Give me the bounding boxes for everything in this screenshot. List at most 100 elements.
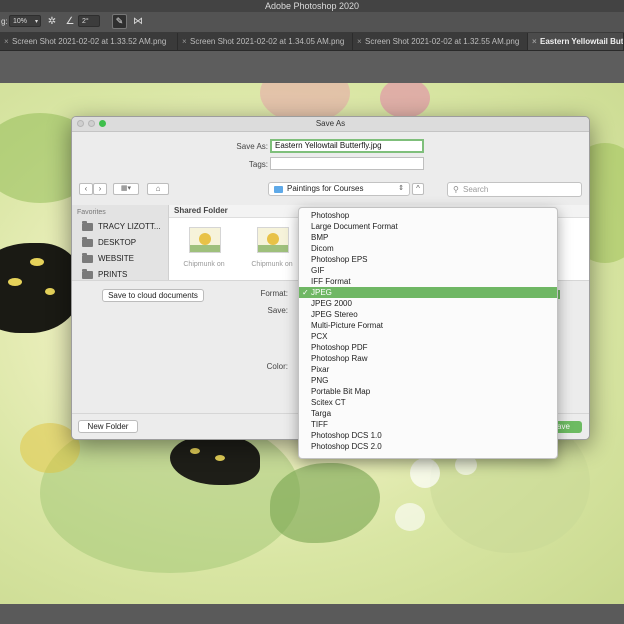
canvas-background <box>0 51 624 83</box>
back-button[interactable]: ‹ <box>79 183 93 195</box>
format-option-png[interactable]: PNG <box>299 375 557 386</box>
format-option-label: Photoshop <box>311 211 350 220</box>
format-option-label: Photoshop PDF <box>311 343 368 352</box>
butterfly-wing <box>0 243 80 333</box>
sidebar: Favorites TRACY LIZOTT... DESKTOP WEBSIT… <box>72 205 169 280</box>
view-options-button[interactable]: ▦▾ <box>113 183 139 195</box>
close-icon[interactable]: × <box>182 33 187 50</box>
format-option-photoshop-dcs-2-0[interactable]: Photoshop DCS 2.0 <box>299 441 557 452</box>
format-option-photoshop-eps[interactable]: Photoshop EPS <box>299 254 557 265</box>
format-option-gif[interactable]: GIF <box>299 265 557 276</box>
search-icon: ⚲ <box>453 185 459 194</box>
wing-spot <box>30 258 44 266</box>
symmetry-icon[interactable]: ⋈ <box>131 15 145 28</box>
new-folder-button[interactable]: New Folder <box>78 420 138 433</box>
format-option-scitex-ct[interactable]: Scitex CT <box>299 397 557 408</box>
close-icon[interactable]: × <box>357 33 362 50</box>
sidebar-item-label: WEBSITE <box>98 254 135 263</box>
format-option-photoshop-raw[interactable]: Photoshop Raw <box>299 353 557 364</box>
format-option-label: Photoshop DCS 1.0 <box>311 431 382 440</box>
format-menu[interactable]: Photoshop Large Document Format BMP Dicom Ph… <box>298 207 558 459</box>
updown-chevron-icon: ⇕ <box>398 185 404 192</box>
search-placeholder: Search <box>463 185 489 194</box>
tags-label: Tags: <box>248 160 268 169</box>
format-option-pixar[interactable]: Pixar <box>299 364 557 375</box>
sidebar-item-tracy[interactable]: TRACY LIZOTT... <box>82 220 168 234</box>
wing-spot <box>8 278 22 286</box>
thumbnail-image <box>267 233 279 245</box>
format-label: Format: <box>260 289 288 298</box>
options-bar: g: 10% ▾ ✲ ∠ 2° ✎ ⋈ <box>0 12 624 33</box>
close-icon[interactable]: × <box>4 33 9 50</box>
close-icon[interactable]: × <box>532 33 537 50</box>
format-option-label: Pixar <box>311 365 330 374</box>
save-as-field[interactable]: Eastern Yellowtail Butterfly.jpg <box>270 139 424 153</box>
tab-screenshot-3[interactable]: × Screen Shot 2021-02-02 at 1.32.55 AM.p… <box>353 33 528 50</box>
format-option-photoshop[interactable]: Photoshop <box>299 210 557 221</box>
format-option-dicom[interactable]: Dicom <box>299 243 557 254</box>
format-option-label: Scitex CT <box>311 398 346 407</box>
document-tabs: × Screen Shot 2021-02-02 at 1.33.52 AM.p… <box>0 33 624 51</box>
forward-button[interactable]: › <box>93 183 107 195</box>
format-option-photoshop-dcs-1-0[interactable]: Photoshop DCS 1.0 <box>299 430 557 441</box>
format-option-jpeg-stereo[interactable]: JPEG Stereo <box>299 309 557 320</box>
chevron-down-icon: ▾ <box>34 19 38 25</box>
sidebar-item-label: TRACY LIZOTT... <box>98 222 161 231</box>
format-option-label: GIF <box>311 266 325 275</box>
gear-icon[interactable]: ✲ <box>45 15 59 28</box>
format-option-multi-picture-format[interactable]: Multi-Picture Format <box>299 320 557 331</box>
format-option-pcx[interactable]: PCX <box>299 331 557 342</box>
tab-eastern-yellowtail[interactable]: × Eastern Yellowtail Butterfly.jpg <box>528 33 624 50</box>
tags-field[interactable] <box>270 157 424 170</box>
column-header-label: Shared Folder <box>174 206 228 215</box>
tab-screenshot-1[interactable]: × Screen Shot 2021-02-02 at 1.33.52 AM.p… <box>0 33 178 50</box>
brush-pressure-icon[interactable]: ✎ <box>112 14 127 29</box>
file-thumbnail[interactable] <box>189 227 221 253</box>
location-popup[interactable]: Paintings for Courses ⇕ <box>268 182 410 196</box>
wing-spot <box>190 448 200 454</box>
flow-dropdown[interactable]: 10% ▾ <box>9 15 41 27</box>
tab-screenshot-2[interactable]: × Screen Shot 2021-02-02 at 1.34.05 AM.p… <box>178 33 353 50</box>
location-label: Paintings for Courses <box>287 184 364 193</box>
wing-spot <box>215 455 225 461</box>
leaf <box>270 463 380 543</box>
sidebar-item-website[interactable]: WEBSITE <box>82 252 168 266</box>
sidebar-item-desktop[interactable]: DESKTOP <box>82 236 168 250</box>
tab-label: Screen Shot 2021-02-02 at 1.33.52 AM.png <box>12 37 167 46</box>
file-thumbnail[interactable] <box>257 227 289 253</box>
format-option-jpeg-2000[interactable]: JPEG 2000 <box>299 298 557 309</box>
save-to-cloud-button[interactable]: Save to cloud documents <box>102 289 204 302</box>
folder-button[interactable]: ⌂ <box>147 183 169 195</box>
sidebar-item-label: DESKTOP <box>98 238 137 247</box>
expand-button[interactable]: ^ <box>412 183 424 195</box>
color-label: Color: <box>266 362 288 371</box>
format-option-portable-bit-map[interactable]: Portable Bit Map <box>299 386 557 397</box>
format-option-label: IFF Format <box>311 277 351 286</box>
canvas-background <box>0 604 624 624</box>
folder-icon <box>82 221 93 231</box>
format-option-label: Photoshop EPS <box>311 255 368 264</box>
format-option-targa[interactable]: Targa <box>299 408 557 419</box>
app-title-bar: Adobe Photoshop 2020 <box>0 0 624 12</box>
angle-field[interactable]: 2° <box>78 15 100 27</box>
format-option-label: JPEG <box>311 288 332 297</box>
tab-label: Screen Shot 2021-02-02 at 1.34.05 AM.png <box>190 37 345 46</box>
format-option-iff-format[interactable]: IFF Format <box>299 276 557 287</box>
format-option-bmp[interactable]: BMP <box>299 232 557 243</box>
flow-value: 10% <box>13 18 28 25</box>
search-input[interactable]: ⚲ Search <box>447 182 582 197</box>
folder-icon <box>82 253 93 263</box>
format-option-jpeg[interactable]: ✓ JPEG <box>299 287 557 298</box>
format-option-label: PCX <box>311 332 328 341</box>
dialog-title: Save As <box>315 119 346 128</box>
format-option-photoshop-pdf[interactable]: Photoshop PDF <box>299 342 557 353</box>
tool-option-label: g: <box>1 17 8 26</box>
paint-splash <box>395 503 425 531</box>
format-option-label: JPEG Stereo <box>311 310 358 319</box>
format-option-label: Photoshop Raw <box>311 354 368 363</box>
folder-icon: ⌂ <box>155 184 161 193</box>
format-option-label: Photoshop DCS 2.0 <box>311 442 382 451</box>
thumbnail-image <box>199 233 211 245</box>
format-option-tiff[interactable]: TIFF <box>299 419 557 430</box>
format-option-large-document-format[interactable]: Large Document Format <box>299 221 557 232</box>
